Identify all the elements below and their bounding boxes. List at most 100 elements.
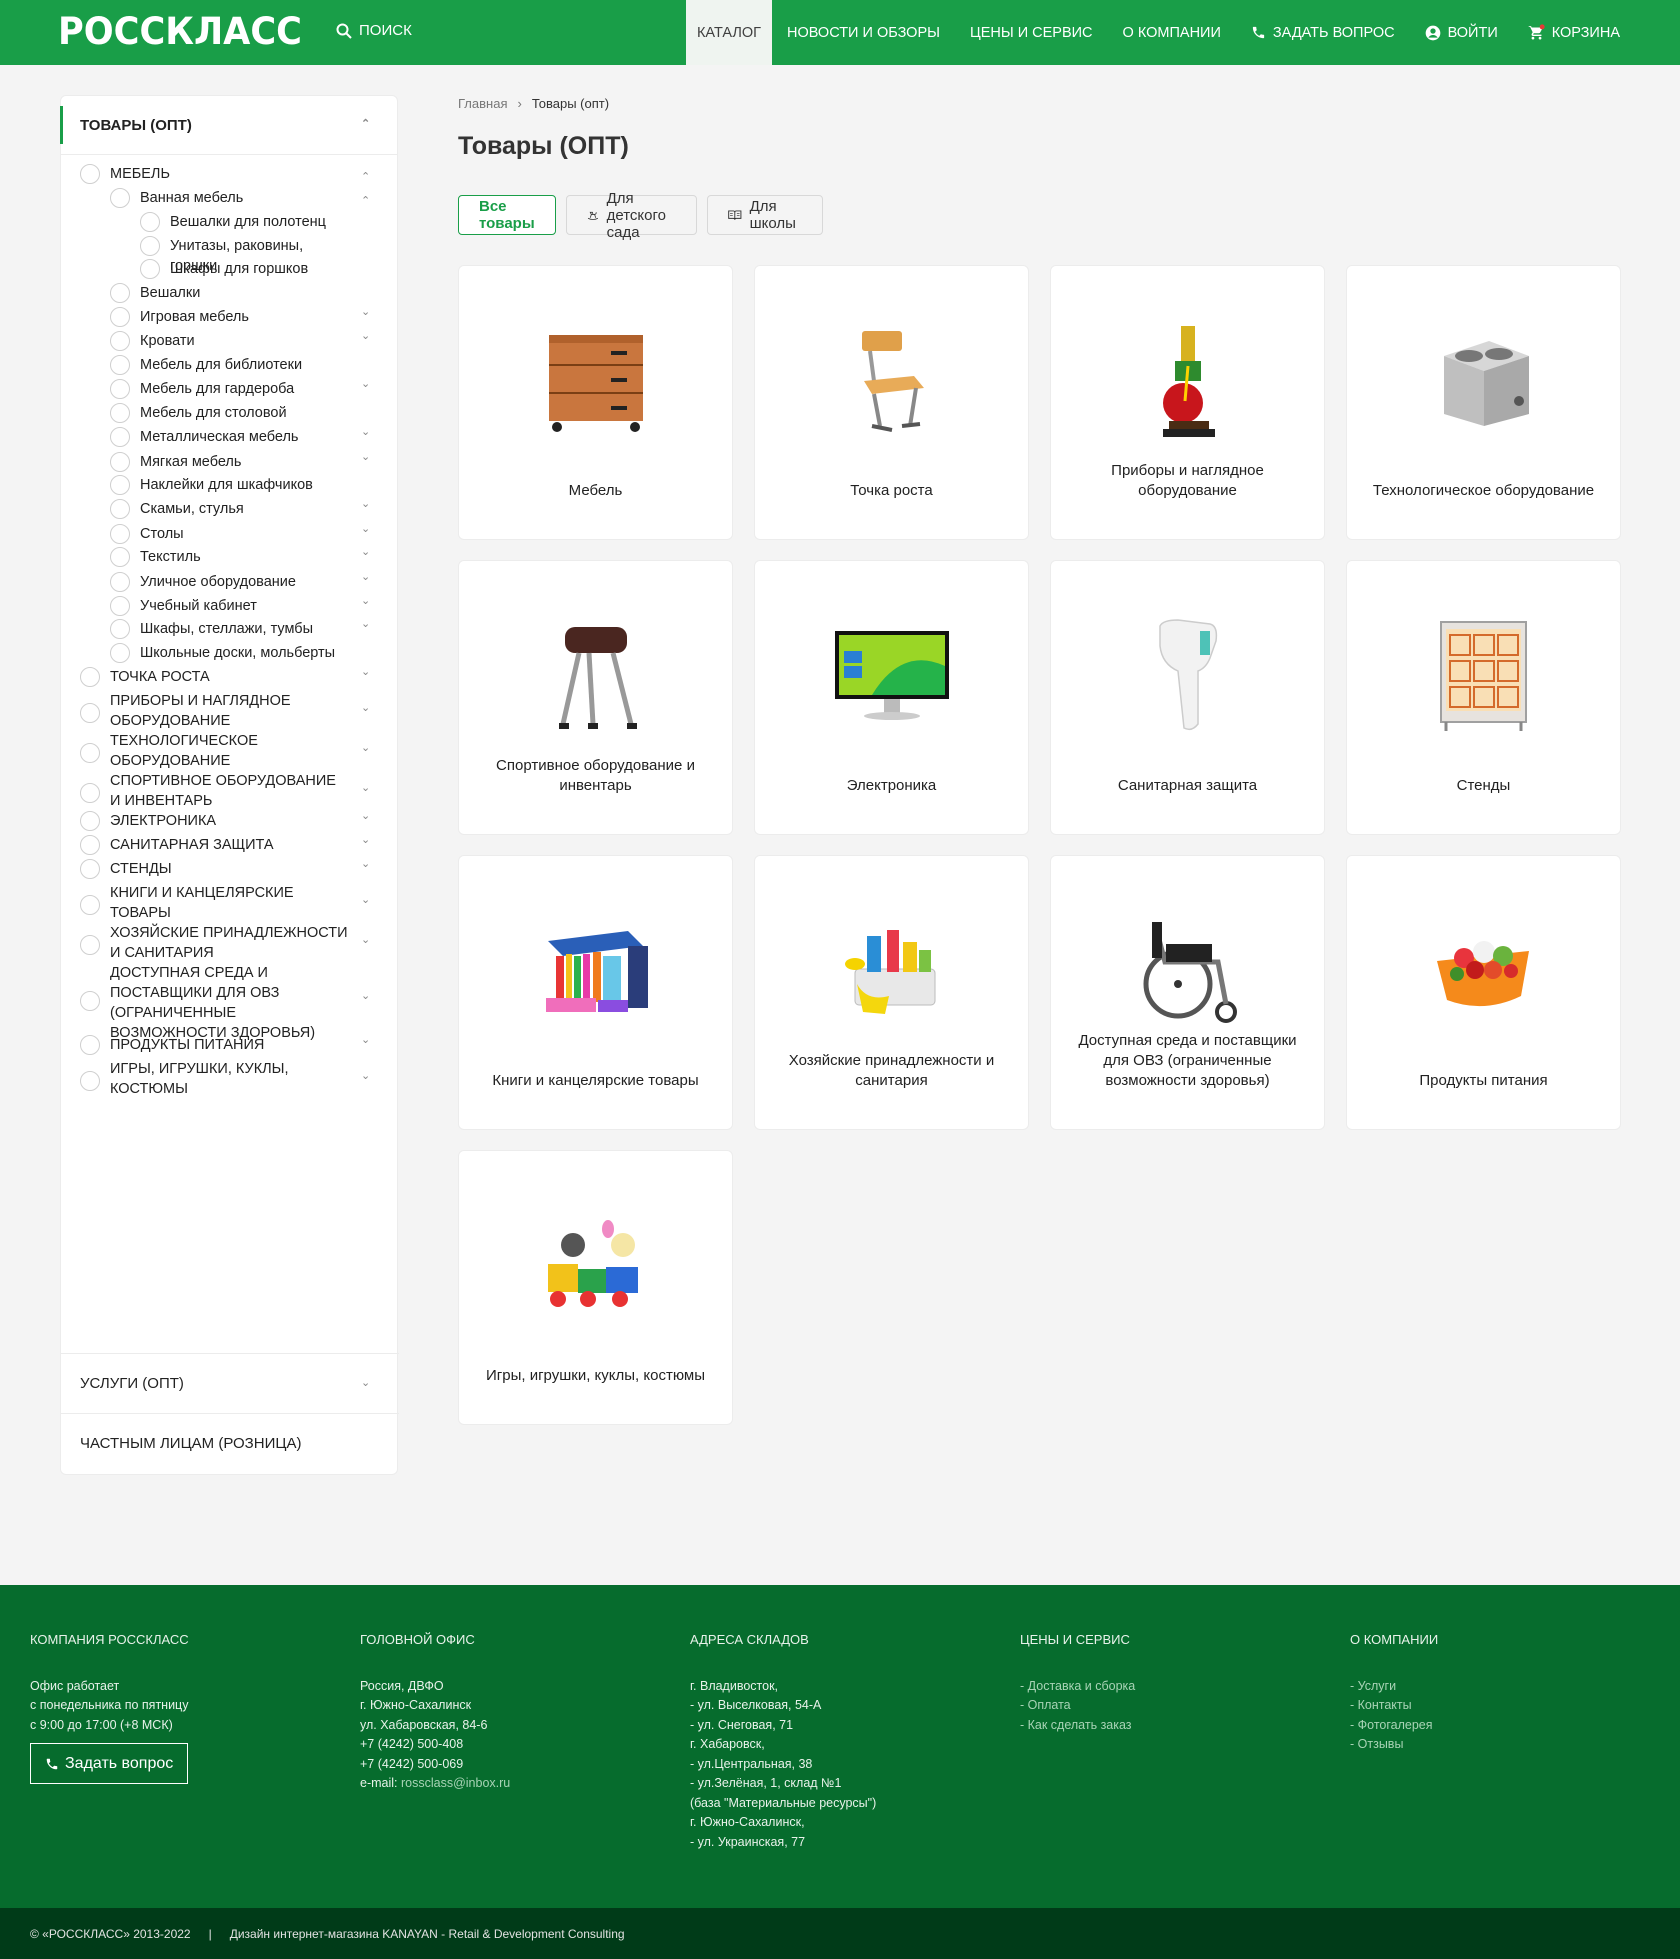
chevron-down-icon[interactable]: ⌄ — [361, 305, 370, 318]
radio-icon[interactable] — [80, 667, 100, 687]
sidebar-item[interactable]: Шкафы, стеллажи, тумбы — [110, 619, 350, 639]
category-card[interactable]: Электроника — [754, 560, 1029, 835]
sidebar-item[interactable]: Учебный кабинет — [110, 596, 350, 616]
chevron-down-icon[interactable]: ⌄ — [361, 933, 370, 946]
search-button[interactable]: ПОИСК — [336, 22, 412, 39]
radio-icon[interactable] — [110, 379, 130, 399]
sidebar-section-services[interactable]: УСЛУГИ (ОПТ) ⌄ — [61, 1353, 399, 1413]
chevron-down-icon[interactable]: ⌄ — [361, 497, 370, 510]
sidebar-item[interactable]: СТЕНДЫ — [80, 859, 350, 879]
sidebar-item[interactable]: ХОЗЯЙСКИЕ ПРИНАДЛЕЖНОСТИ И САНИТАРИЯ — [80, 923, 350, 963]
nav-cart[interactable]: КОРЗИНА — [1513, 0, 1680, 65]
chevron-down-icon[interactable]: ⌄ — [361, 989, 370, 1002]
chevron-up-icon[interactable]: ⌃ — [361, 170, 370, 183]
sidebar-item[interactable]: Мягкая мебель — [110, 452, 350, 472]
sidebar-item[interactable]: Ванная мебель — [110, 188, 350, 208]
radio-icon[interactable] — [80, 935, 100, 955]
nav-login[interactable]: ВОЙТИ — [1410, 0, 1513, 65]
sidebar-item[interactable]: ЭЛЕКТРОНИКА — [80, 811, 350, 831]
sidebar-item[interactable]: ПРИБОРЫ И НАГЛЯДНОЕ ОБОРУДОВАНИЕ — [80, 691, 350, 731]
design-credit[interactable]: Дизайн интернет-магазина KANAYAN - Retai… — [230, 1927, 625, 1941]
radio-icon[interactable] — [110, 619, 130, 639]
sidebar-item[interactable]: ИГРЫ, ИГРУШКИ, КУКЛЫ, КОСТЮМЫ — [80, 1059, 350, 1099]
sidebar-section-goods[interactable]: ТОВАРЫ (ОПТ) ⌃ — [60, 96, 397, 155]
radio-icon[interactable] — [80, 811, 100, 831]
nav-news[interactable]: НОВОСТИ И ОБЗОРЫ — [772, 0, 955, 65]
footer-link-how-to-order[interactable]: - Как сделать заказ — [1020, 1718, 1132, 1732]
radio-icon[interactable] — [80, 1071, 100, 1091]
radio-icon[interactable] — [110, 307, 130, 327]
chevron-down-icon[interactable]: ⌄ — [361, 741, 370, 754]
footer-phone[interactable]: +7 (4242) 500-069 — [360, 1755, 510, 1775]
site-logo[interactable]: РОССКЛАСС — [58, 10, 302, 53]
radio-icon[interactable] — [110, 643, 130, 663]
sidebar-item[interactable]: ТЕХНОЛОГИЧЕСКОЕ ОБОРУДОВАНИЕ — [80, 731, 350, 771]
sidebar-item[interactable]: Металлическая мебель — [110, 427, 350, 447]
radio-icon[interactable] — [110, 452, 130, 472]
radio-icon[interactable] — [140, 212, 160, 232]
radio-icon[interactable] — [140, 236, 160, 256]
chevron-down-icon[interactable]: ⌄ — [361, 893, 370, 906]
sidebar-item[interactable]: ТОЧКА РОСТА — [80, 667, 350, 687]
sidebar-item[interactable]: Игровая мебель — [110, 307, 350, 327]
chevron-down-icon[interactable]: ⌄ — [361, 1033, 370, 1046]
radio-icon[interactable] — [110, 188, 130, 208]
nav-ask-question[interactable]: ЗАДАТЬ ВОПРОС — [1236, 0, 1410, 65]
chevron-down-icon[interactable]: ⌄ — [361, 809, 370, 822]
footer-link-delivery[interactable]: - Доставка и сборка — [1020, 1679, 1135, 1693]
chevron-down-icon[interactable]: ⌄ — [361, 329, 370, 342]
sidebar-item[interactable]: Вешалки — [110, 283, 350, 303]
sidebar-item[interactable]: ПРОДУКТЫ ПИТАНИЯ — [80, 1035, 350, 1055]
sidebar-item[interactable]: Шкафы для горшков — [140, 259, 350, 279]
chevron-down-icon[interactable]: ⌄ — [361, 833, 370, 846]
sidebar-item[interactable]: САНИТАРНАЯ ЗАЩИТА — [80, 835, 350, 855]
radio-icon[interactable] — [110, 499, 130, 519]
sidebar-item[interactable]: Мебель для библиотеки — [110, 355, 350, 375]
radio-icon[interactable] — [110, 524, 130, 544]
nav-prices[interactable]: ЦЕНЫ И СЕРВИС — [955, 0, 1108, 65]
sidebar-item[interactable]: Вешалки для полотенц — [140, 212, 350, 232]
radio-icon[interactable] — [110, 283, 130, 303]
chevron-down-icon[interactable]: ⌄ — [361, 522, 370, 535]
sidebar-item[interactable]: Уличное оборудование — [110, 572, 350, 592]
radio-icon[interactable] — [110, 572, 130, 592]
radio-icon[interactable] — [110, 331, 130, 351]
radio-icon[interactable] — [80, 991, 100, 1011]
footer-link-reviews[interactable]: - Отзывы — [1350, 1737, 1403, 1751]
sidebar-item[interactable]: ДОСТУПНАЯ СРЕДА И ПОСТАВЩИКИ ДЛЯ ОВЗ (ОГ… — [80, 963, 350, 1043]
chevron-down-icon[interactable]: ⌄ — [361, 781, 370, 794]
sidebar-section-retail[interactable]: ЧАСТНЫМ ЛИЦАМ (РОЗНИЦА) — [61, 1413, 399, 1473]
category-card[interactable]: Продукты питания — [1346, 855, 1621, 1130]
category-card[interactable]: Стенды — [1346, 560, 1621, 835]
category-card[interactable]: Игры, игрушки, куклы, костюмы — [458, 1150, 733, 1425]
chevron-down-icon[interactable]: ⌄ — [361, 665, 370, 678]
chevron-down-icon[interactable]: ⌄ — [361, 594, 370, 607]
sidebar-item[interactable]: КНИГИ И КАНЦЕЛЯРСКИЕ ТОВАРЫ — [80, 883, 350, 923]
footer-link-gallery[interactable]: - Фотогалерея — [1350, 1718, 1433, 1732]
chevron-down-icon[interactable]: ⌄ — [361, 377, 370, 390]
radio-icon[interactable] — [80, 1035, 100, 1055]
chevron-down-icon[interactable]: ⌄ — [361, 857, 370, 870]
radio-icon[interactable] — [140, 259, 160, 279]
radio-icon[interactable] — [80, 835, 100, 855]
footer-link-payment[interactable]: - Оплата — [1020, 1698, 1071, 1712]
chevron-down-icon[interactable]: ⌄ — [361, 701, 370, 714]
category-card[interactable]: Спортивное оборудование и инвентарь — [458, 560, 733, 835]
chevron-down-icon[interactable]: ⌄ — [361, 1069, 370, 1082]
chevron-up-icon[interactable]: ⌃ — [361, 194, 370, 207]
category-card[interactable]: Мебель — [458, 265, 733, 540]
radio-icon[interactable] — [110, 427, 130, 447]
radio-icon[interactable] — [80, 783, 100, 803]
category-card[interactable]: Точка роста — [754, 265, 1029, 540]
sidebar-item[interactable]: Мебель для гардероба — [110, 379, 350, 399]
footer-link-services[interactable]: - Услуги — [1350, 1679, 1396, 1693]
radio-icon[interactable] — [80, 743, 100, 763]
sidebar-item[interactable]: Текстиль — [110, 547, 350, 567]
sidebar-item[interactable]: Мебель для столовой — [110, 403, 350, 423]
sidebar-item[interactable]: МЕБЕЛЬ — [80, 164, 350, 184]
chevron-up-icon[interactable]: ⌃ — [361, 117, 370, 130]
filter-kindergarten[interactable]: Для детского сада — [565, 190, 698, 241]
nav-catalog[interactable]: КАТАЛОГ — [685, 0, 772, 65]
chevron-down-icon[interactable]: ⌄ — [361, 570, 370, 583]
sidebar-item[interactable]: Кровати — [110, 331, 350, 351]
